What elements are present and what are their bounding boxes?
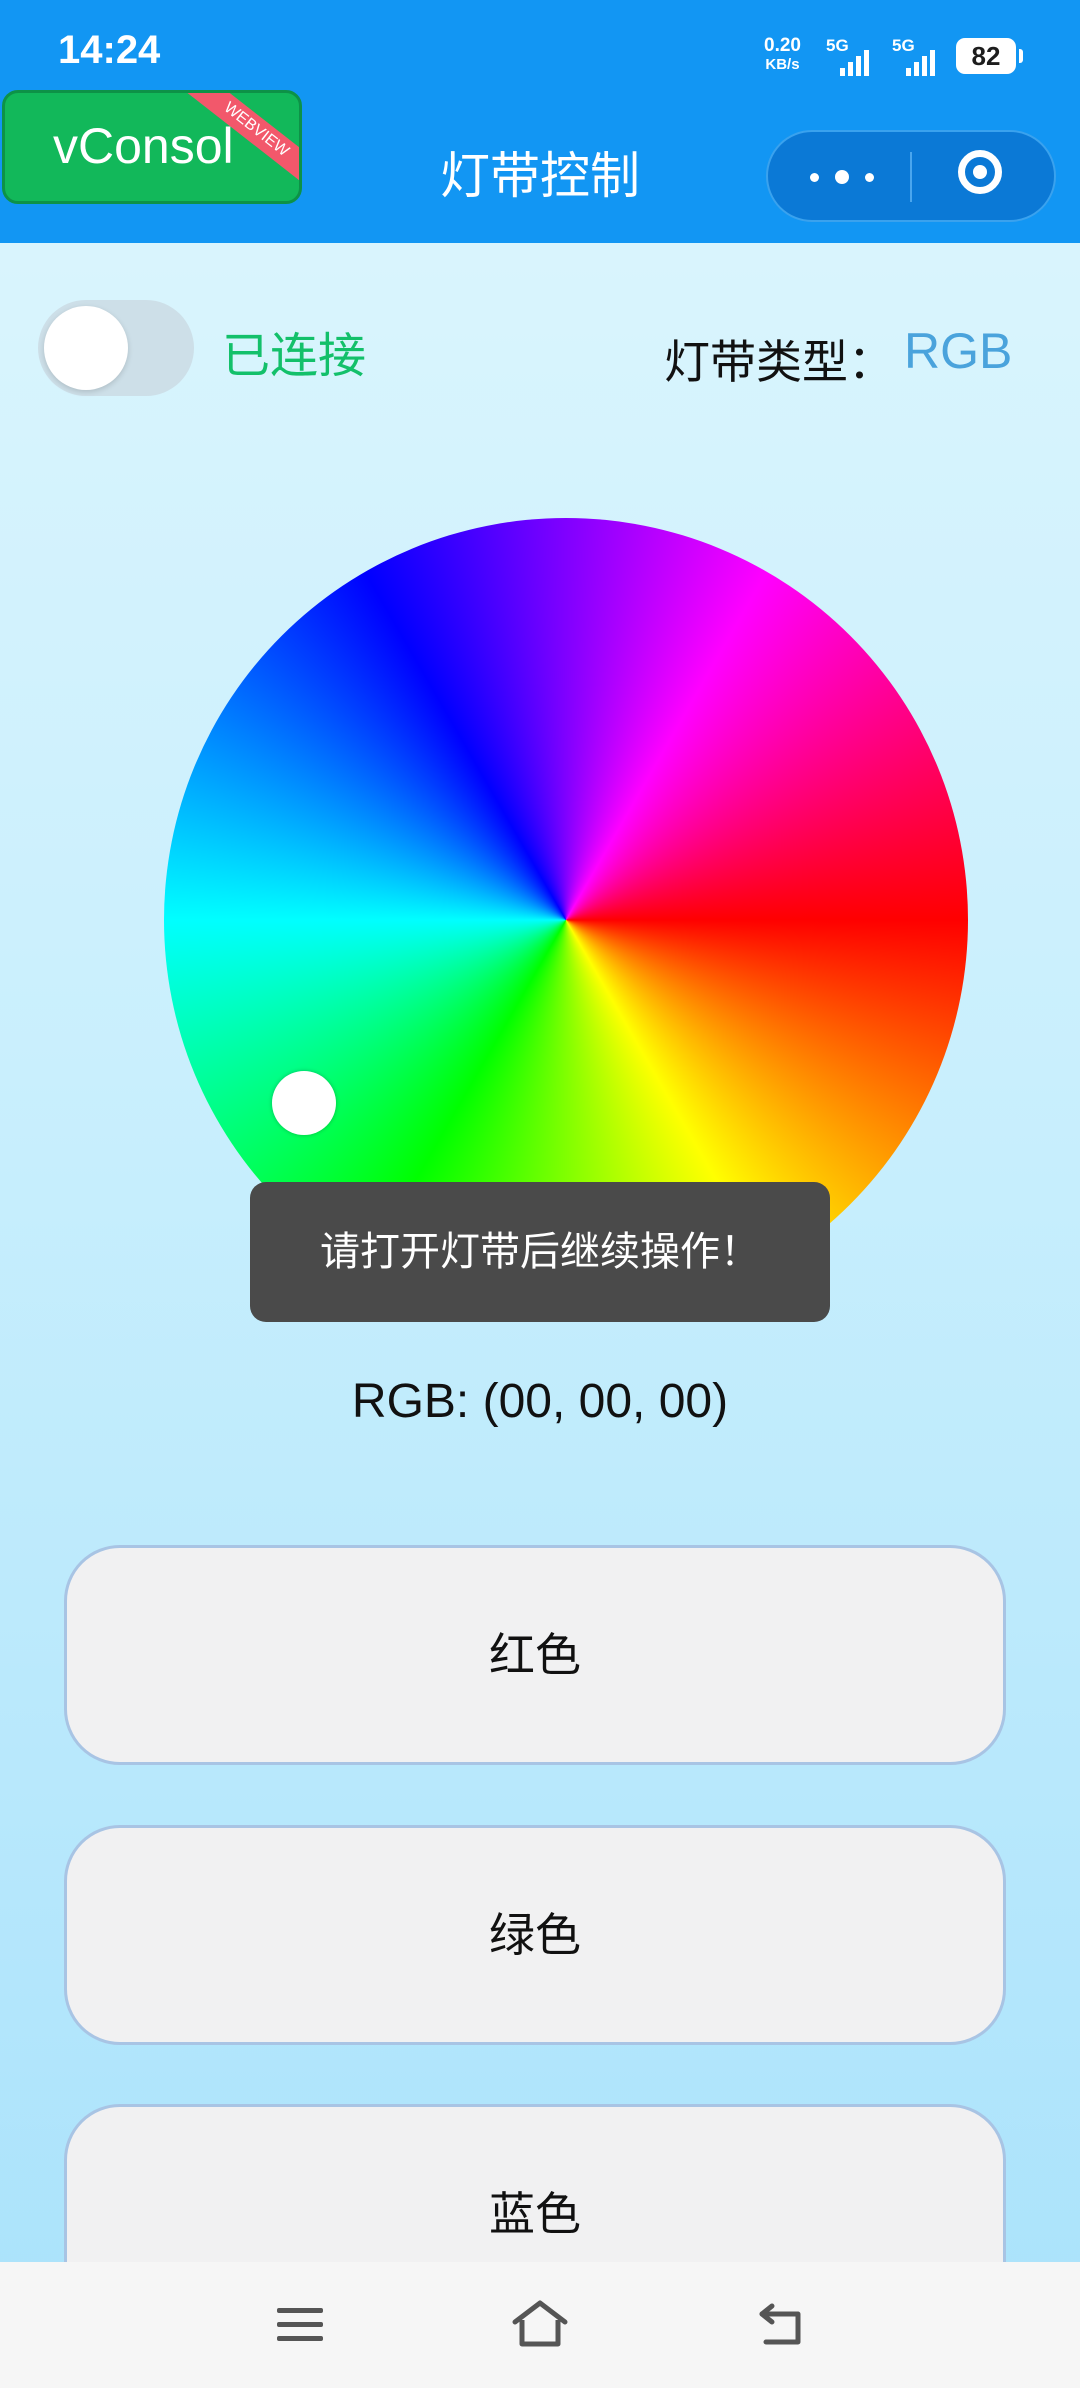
signal-2-icon: 5G bbox=[892, 36, 952, 76]
more-dots-icon[interactable] bbox=[810, 169, 874, 185]
red-button[interactable]: 红色 bbox=[64, 1545, 1006, 1765]
strip-type-label: 灯带类型： bbox=[664, 335, 894, 389]
color-wheel-handle[interactable] bbox=[272, 1071, 336, 1135]
status-bar: 14:24 0.20 KB/s 5G 5G 82 bbox=[0, 0, 1080, 88]
capsule-divider bbox=[910, 152, 912, 202]
connection-toggle[interactable] bbox=[38, 300, 194, 396]
rgb-readout: RGB: (00, 00, 00) bbox=[351, 1375, 729, 1428]
toggle-knob bbox=[44, 306, 128, 390]
network-speed-unit: KB/s bbox=[765, 56, 800, 73]
battery-icon: 82 bbox=[956, 38, 1023, 74]
strip-type-value: RGB bbox=[904, 323, 1013, 379]
system-nav-bar bbox=[0, 2262, 1080, 2388]
page: 14:24 0.20 KB/s 5G 5G 82 vConsol WEBVIEW… bbox=[0, 0, 1080, 2388]
menu-icon[interactable] bbox=[274, 2298, 326, 2350]
network-speed: 0.20 KB/s bbox=[764, 36, 801, 74]
toast-message: 请打开灯带后继续操作！ bbox=[250, 1182, 830, 1322]
target-close-icon[interactable] bbox=[958, 150, 1002, 194]
network-speed-value: 0.20 bbox=[764, 35, 801, 56]
green-button[interactable]: 绿色 bbox=[64, 1825, 1006, 2045]
mini-program-capsule bbox=[766, 130, 1056, 222]
back-icon[interactable] bbox=[754, 2298, 806, 2350]
signal-1-icon: 5G bbox=[826, 36, 886, 76]
status-time: 14:24 bbox=[58, 28, 161, 72]
nav-bar: vConsol WEBVIEW 灯带控制 bbox=[0, 88, 1080, 243]
home-icon[interactable] bbox=[510, 2298, 570, 2350]
connection-status: 已连接 bbox=[222, 328, 367, 384]
